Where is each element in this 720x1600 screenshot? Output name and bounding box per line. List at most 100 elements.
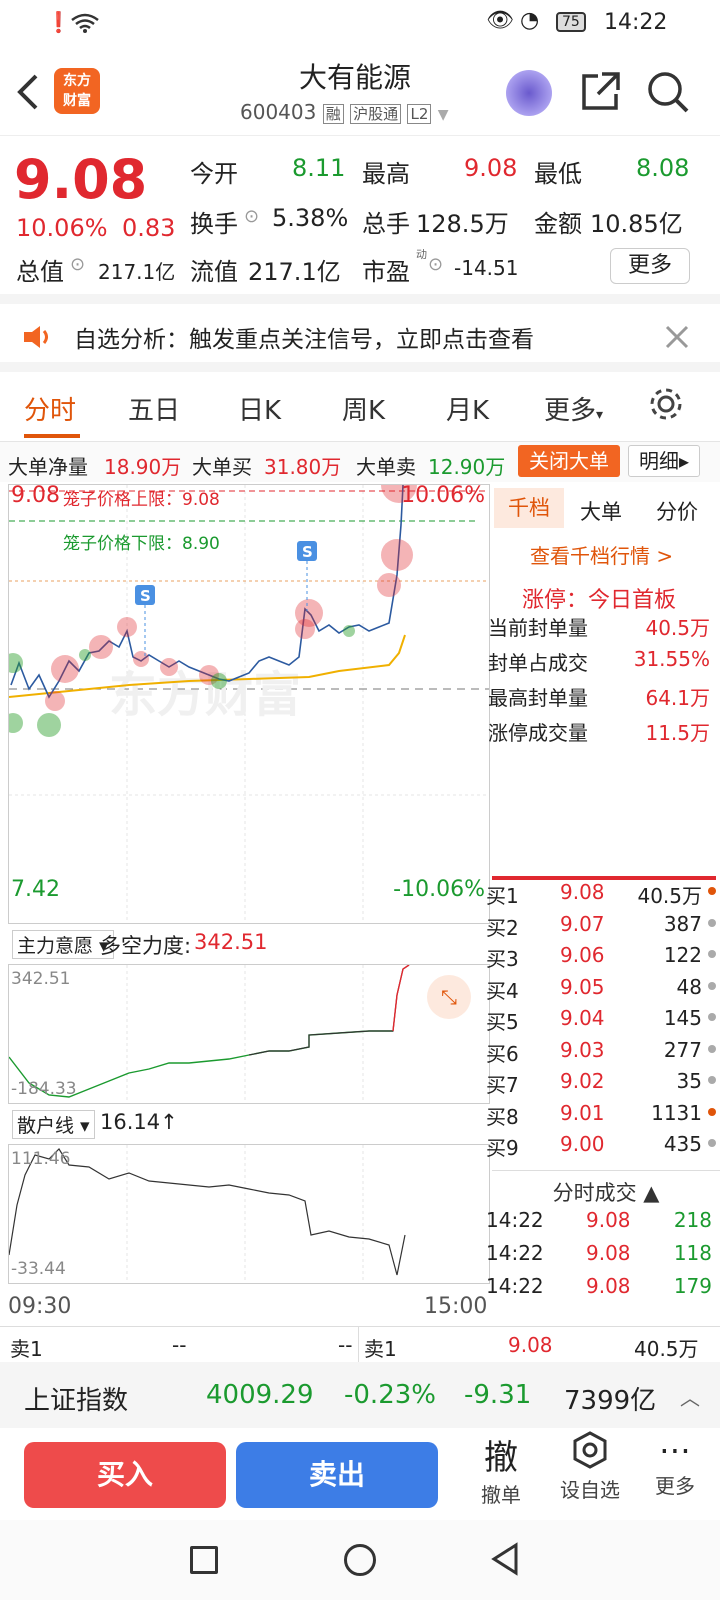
buy-value: 31.80万 — [264, 455, 342, 479]
buy-button[interactable]: 买入 — [24, 1442, 226, 1508]
buy-label: 大单买 — [192, 455, 252, 479]
upper-limit-label: 笼子价格上限：9.08 — [63, 490, 220, 510]
indicator2-select[interactable]: 散户线 ▾ — [12, 1110, 95, 1139]
mcap-value: 217.1亿 — [98, 260, 176, 284]
alert-banner[interactable]: 自选分析：触发重点关注信号，立即点击查看 — [0, 304, 720, 372]
bid-level-row[interactable]: 买9 9.00 435 — [484, 1128, 720, 1160]
s-marker[interactable]: S — [302, 543, 313, 561]
cancel-icon: 撤 — [484, 1438, 518, 1478]
bid-level-row[interactable]: 买5 9.04 145 — [484, 1002, 720, 1034]
bid-level-row[interactable]: 买6 9.03 277 — [484, 1034, 720, 1066]
sell1-label-right: 卖1 — [364, 1337, 397, 1361]
bid-level-row[interactable]: 买2 9.07 387 — [484, 908, 720, 940]
current-price: 9.08 — [14, 148, 148, 211]
indicator2-chart[interactable]: 111.46 -33.44 — [8, 1144, 490, 1284]
tab-intraday[interactable]: 分时 — [24, 390, 76, 427]
level-dot-icon — [708, 981, 716, 990]
high-value: 9.08 — [464, 154, 518, 182]
tab-big-orders[interactable]: 大单 — [580, 496, 622, 526]
change-pct: 10.06% — [16, 214, 108, 242]
indicator2-max: 111.46 — [11, 1149, 71, 1169]
lower-limit-label: 笼子价格下限：8.90 — [63, 534, 220, 554]
indicator2-svg — [9, 1145, 406, 1283]
info-icon[interactable]: ⊙ — [70, 254, 85, 275]
chevron-up-icon: ︿ — [680, 1386, 700, 1410]
assistant-avatar-icon[interactable] — [506, 70, 552, 116]
close-icon[interactable] — [664, 324, 690, 350]
level-dot-icon — [708, 1013, 716, 1021]
level-dot-icon — [708, 918, 716, 927]
time-start: 09:30 — [8, 1294, 72, 1319]
level-dot-icon — [708, 1107, 716, 1116]
axis-top-pct: 10.06% — [401, 483, 485, 508]
axis-top-price: 9.08 — [11, 483, 60, 508]
net-value: 18.90万 — [104, 455, 182, 479]
more-button[interactable]: 更多 — [610, 248, 690, 284]
home-icon[interactable] — [344, 1544, 376, 1576]
bid-level-row[interactable]: 买1 9.08 40.5万 — [484, 876, 720, 908]
sell-button[interactable]: 卖出 — [236, 1442, 438, 1508]
axis-bottom-pct: -10.06% — [393, 877, 485, 902]
speaker-icon — [24, 326, 48, 348]
trades-header[interactable]: 分时成交 ▲ — [492, 1170, 720, 1207]
pe-value: -14.51 — [454, 256, 519, 280]
volume-value: 128.5万 — [416, 210, 509, 238]
limit-stat-row: 当前封单量 40.5万 — [488, 616, 710, 640]
expand-icon[interactable]: ⤡ — [427, 975, 471, 1019]
turnover-value: 5.38% — [272, 204, 349, 232]
tab-5day[interactable]: 五日 — [128, 390, 180, 427]
share-icon[interactable] — [580, 70, 622, 112]
big-order-bar: 大单净量 18.90万 大单买 31.80万 大单卖 12.90万 关闭大单 明… — [0, 442, 720, 482]
volume-label: 总手 — [362, 210, 410, 238]
recents-icon[interactable] — [190, 1546, 218, 1574]
bid-level-row[interactable]: 买8 9.01 1131 — [484, 1097, 720, 1129]
low-label: 最低 — [534, 160, 582, 188]
tab-price-dist[interactable]: 分价 — [656, 496, 698, 526]
indicator1-min: -184.33 — [11, 1079, 77, 1099]
dots-icon: ⋯ — [659, 1431, 691, 1469]
bid-level-row[interactable]: 买4 9.05 48 — [484, 971, 720, 1003]
tab-daily[interactable]: 日K — [238, 390, 281, 427]
s-marker[interactable]: S — [140, 587, 151, 605]
tab-thousand-levels[interactable]: 千档 — [494, 488, 564, 528]
quote-panel: 9.08 10.06% 0.83 今开 8.11 最高 9.08 最低 8.08… — [0, 136, 720, 304]
add-favorite-button[interactable]: 设自选 — [550, 1430, 630, 1503]
open-value: 8.11 — [292, 154, 346, 182]
stock-code-row[interactable]: 600403 融 沪股通 L2 ▼ — [240, 100, 449, 124]
axis-bottom-price: 7.42 — [11, 877, 60, 902]
indicator1-select[interactable]: 主力意愿 ▾ — [12, 930, 114, 959]
view-levels-link[interactable]: 查看千档行情 > — [530, 540, 673, 569]
info-icon[interactable]: ⊙ — [428, 254, 443, 275]
tab-more[interactable]: 更多▾ — [544, 390, 603, 427]
app-logo: 东方 财富 — [54, 68, 100, 114]
system-nav — [0, 1520, 720, 1600]
amount-value: 10.85亿 — [590, 210, 683, 238]
close-big-order-button[interactable]: 关闭大单 — [518, 445, 620, 477]
detail-button[interactable]: 明细▸ — [628, 445, 700, 477]
bid-level-row[interactable]: 买7 9.02 35 — [484, 1065, 720, 1097]
search-icon[interactable] — [646, 70, 690, 114]
index-value: 4009.29 — [206, 1380, 314, 1410]
back-icon[interactable] — [16, 72, 40, 112]
float-value: 217.1亿 — [248, 258, 341, 286]
index-bar[interactable]: 上证指数 4009.29 -0.23% -9.31 7399亿 ︿ — [0, 1362, 720, 1428]
indicator1-chart[interactable]: 342.51 -184.33 ⤡ — [8, 964, 490, 1104]
intraday-chart[interactable]: 东方财富 S S 9.08 笼子价格上限：9.08 10.06% 笼子价格下限：… — [8, 483, 490, 924]
time-end: 15:00 — [424, 1294, 488, 1319]
level-dot-icon — [708, 950, 716, 958]
cancel-order-button[interactable]: 撤 撤单 — [466, 1430, 536, 1508]
tab-weekly[interactable]: 周K — [342, 390, 385, 427]
alert-icon: ❗ — [46, 10, 71, 34]
back-nav-icon[interactable] — [490, 1542, 520, 1576]
index-name: 上证指数 — [24, 1386, 129, 1416]
settings-gear-icon[interactable] — [648, 386, 684, 422]
float-label: 流值 — [190, 258, 238, 286]
indicator1-value: 342.51 — [194, 930, 268, 954]
bid-level-row[interactable]: 买3 9.06 122 — [484, 939, 720, 971]
stock-code: 600403 — [240, 100, 317, 124]
nav-bar: 东方 财富 大有能源 600403 融 沪股通 L2 ▼ — [0, 48, 720, 136]
info-icon[interactable]: ⊙ — [244, 206, 259, 227]
tab-monthly[interactable]: 月K — [446, 390, 489, 427]
more-actions-button[interactable]: ⋯ 更多 — [640, 1430, 710, 1499]
index-pct: -0.23% — [344, 1380, 436, 1410]
